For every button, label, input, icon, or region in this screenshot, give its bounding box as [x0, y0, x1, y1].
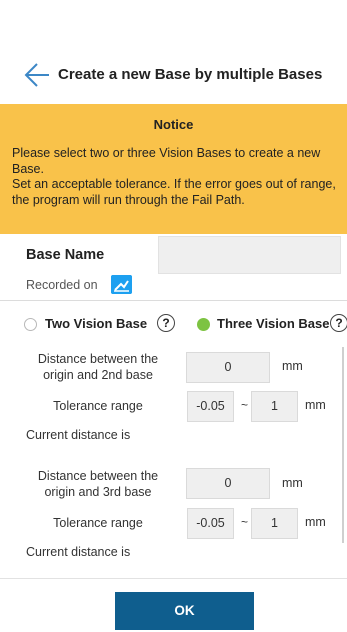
two-vision-base-help-icon[interactable]: ?	[157, 314, 175, 332]
page-header: Create a new Base by multiple Bases	[0, 58, 347, 102]
tolerance-min-input-1[interactable]: -0.05	[187, 391, 234, 422]
footer-divider	[0, 578, 347, 579]
base-name-input[interactable]	[158, 236, 341, 274]
back-arrow-icon[interactable]	[24, 62, 50, 88]
current-distance-label-2: Current distance is	[26, 545, 131, 559]
base-name-label: Base Name	[26, 247, 105, 263]
tolerance-max-input-2[interactable]: 1	[251, 508, 298, 539]
tolerance-separator-1: ~	[241, 398, 249, 412]
distance-3rd-base-label: Distance between the origin and 3rd base	[37, 469, 159, 499]
two-vision-base-label[interactable]: Two Vision Base	[45, 316, 147, 331]
current-distance-label-1: Current distance is	[26, 428, 131, 442]
two-vision-base-radio[interactable]	[24, 318, 37, 331]
three-vision-base-label[interactable]: Three Vision Base	[217, 316, 329, 331]
section-divider	[0, 300, 347, 301]
page-title: Create a new Base by multiple Bases	[58, 66, 323, 83]
tolerance-max-input-1[interactable]: 1	[251, 391, 298, 422]
tolerance-separator-2: ~	[241, 515, 249, 529]
scrollbar[interactable]	[342, 347, 344, 543]
tolerance-unit-2: mm	[305, 515, 326, 529]
distance-3rd-base-input[interactable]: 0	[186, 468, 270, 499]
recorded-on-label: Recorded on	[26, 278, 98, 292]
distance-2nd-base-unit: mm	[282, 359, 303, 373]
distance-2nd-base-input[interactable]: 0	[186, 352, 270, 383]
three-vision-base-radio[interactable]	[197, 318, 210, 331]
notice-title: Notice	[153, 117, 194, 132]
distance-3rd-base-unit: mm	[282, 476, 303, 490]
three-vision-base-help-icon[interactable]: ?	[330, 314, 347, 332]
notice-text: Please select two or three Vision Bases …	[12, 146, 336, 207]
tolerance-min-input-2[interactable]: -0.05	[187, 508, 234, 539]
ok-button[interactable]: OK	[115, 592, 254, 630]
tolerance-unit-1: mm	[305, 398, 326, 412]
notice-panel: Notice Please select two or three Vision…	[0, 104, 347, 234]
record-point-icon[interactable]	[111, 275, 132, 294]
distance-2nd-base-label: Distance between the origin and 2nd base	[37, 352, 159, 382]
tolerance-range-label-1: Tolerance range	[53, 399, 143, 413]
tolerance-range-label-2: Tolerance range	[53, 516, 143, 530]
